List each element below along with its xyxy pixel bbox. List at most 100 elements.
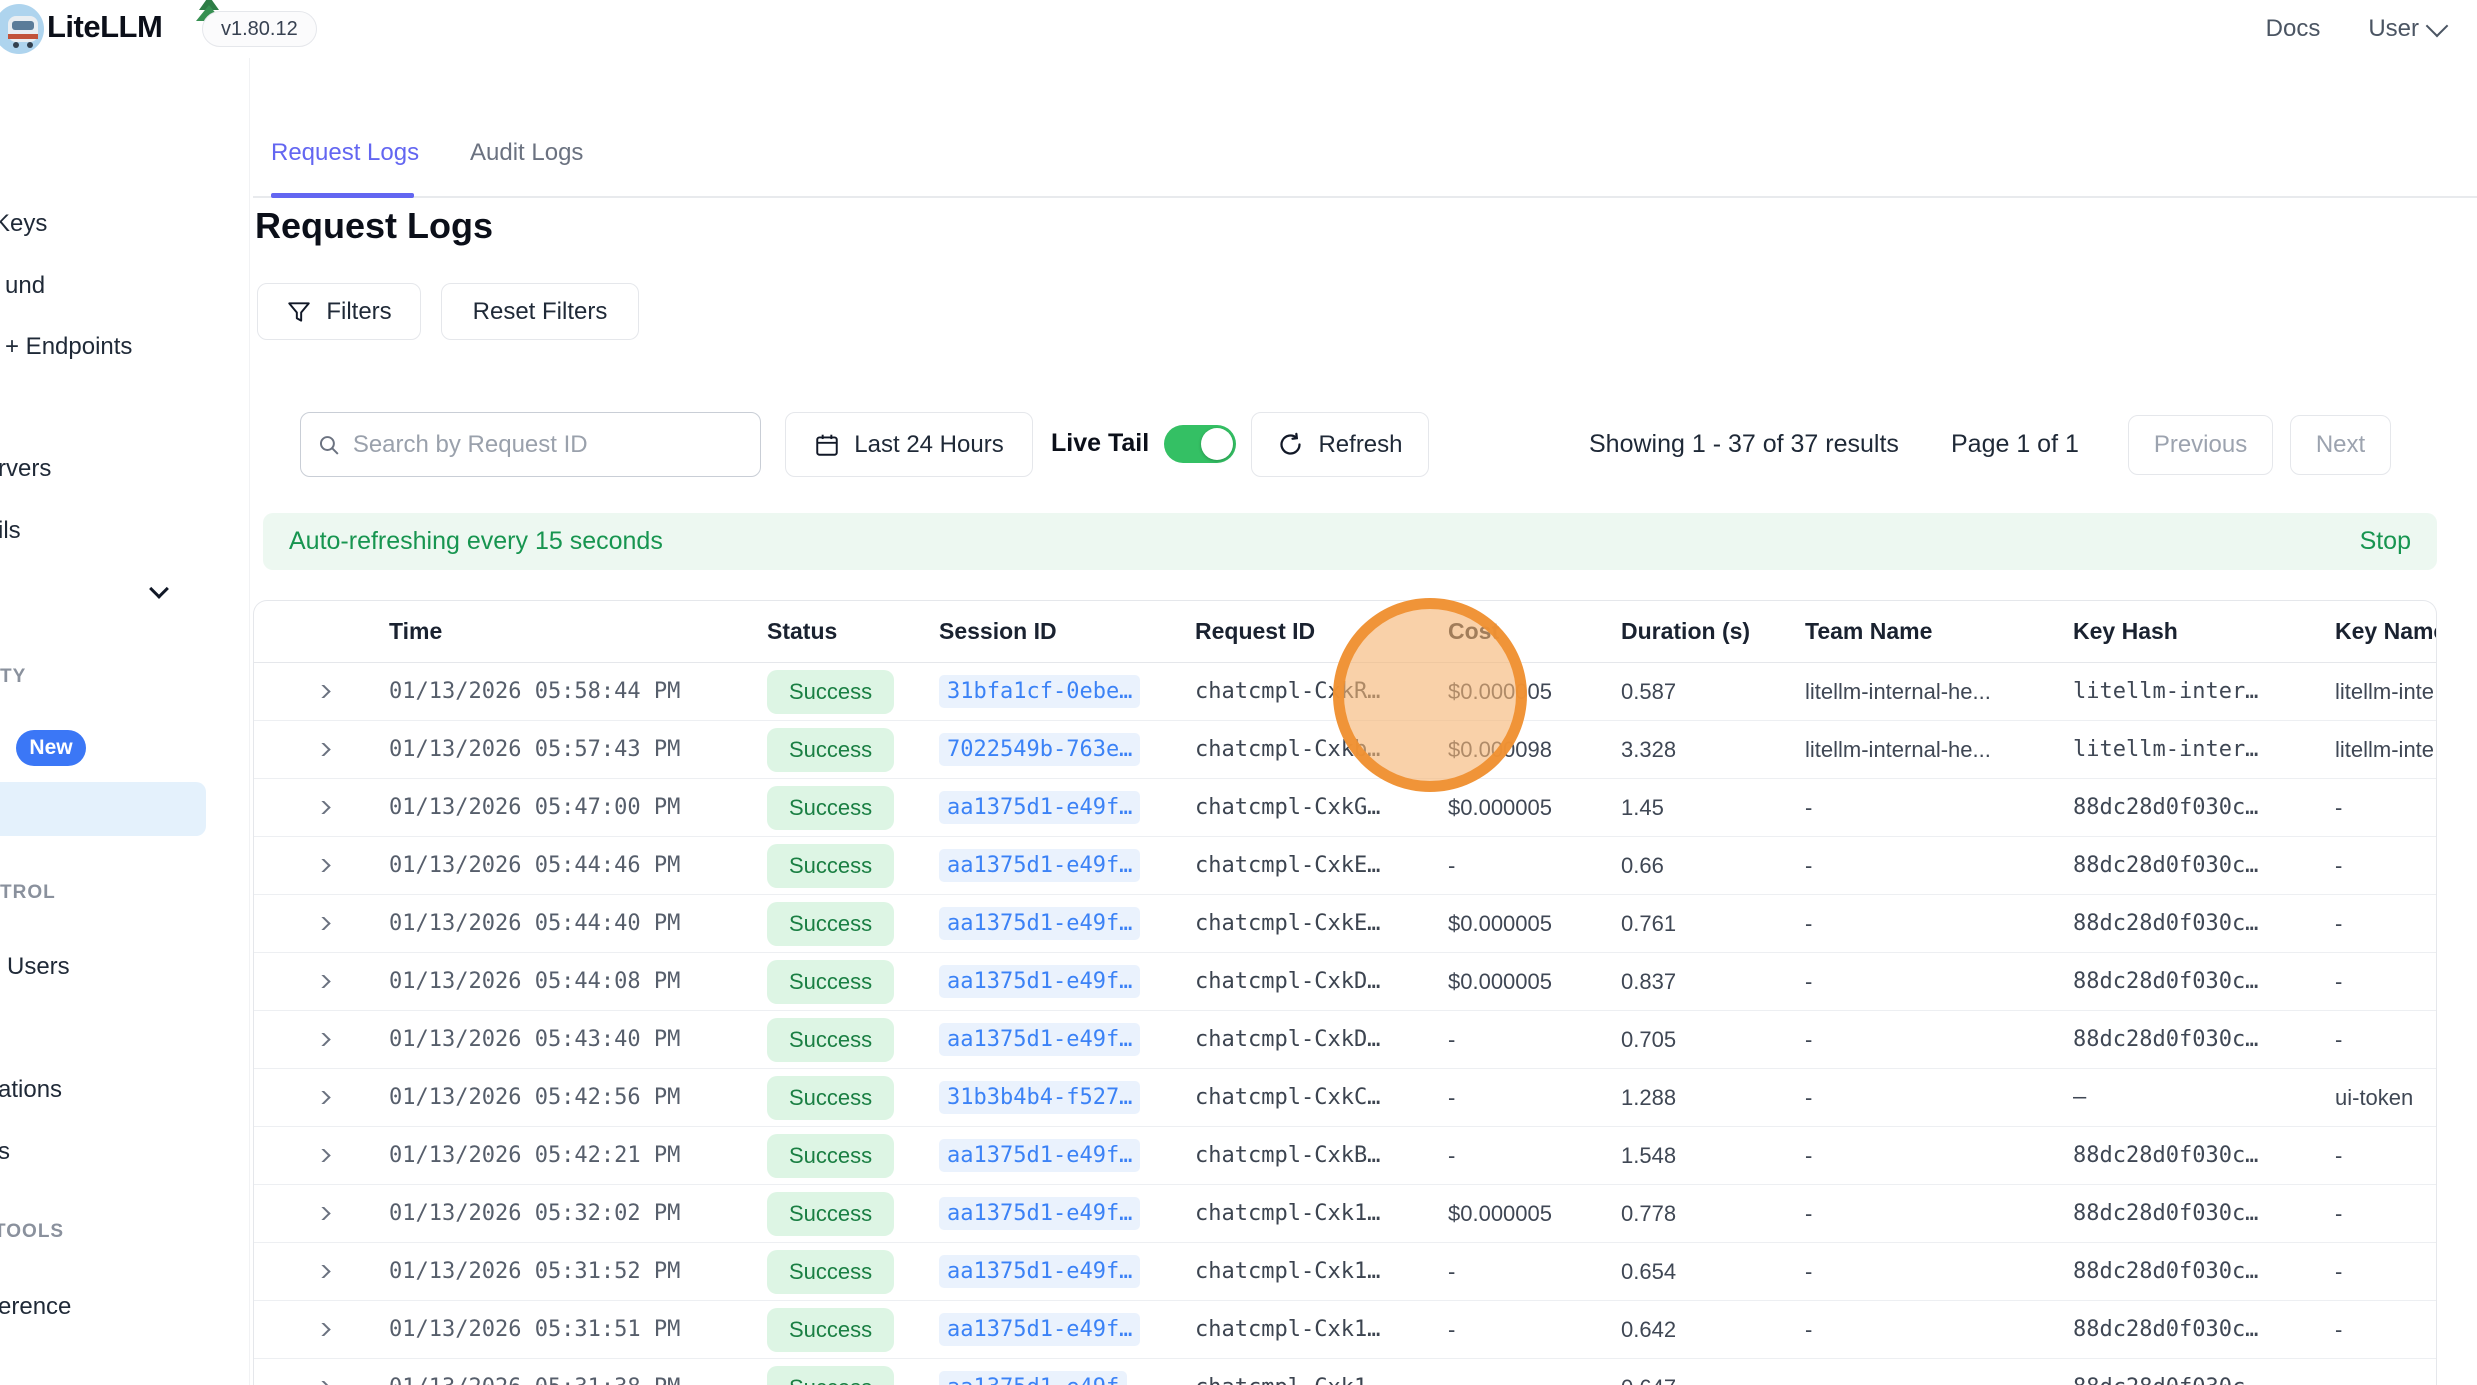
- cell-key-name: -: [2335, 1317, 2436, 1343]
- cell-time: 01/13/2026 05:42:56 PM: [389, 1085, 767, 1110]
- table-row[interactable]: 01/13/2026 05:44:46 PM Success aa1375d1-…: [254, 837, 2436, 895]
- cell-key-hash: 88dc28d0f030c…: [2073, 1143, 2335, 1168]
- expand-row-chevron-icon[interactable]: [254, 801, 389, 814]
- cell-duration: 0.66: [1621, 853, 1805, 879]
- cell-key-hash: 88dc28d0f030c…: [2073, 1027, 2335, 1052]
- filters-button[interactable]: Filters: [257, 283, 421, 340]
- table-header-row: Time Status Session ID Request ID Cost D…: [254, 601, 2436, 663]
- header-key-name: Key Name: [2335, 618, 2436, 645]
- session-id-link[interactable]: 31bfa1cf-0ebe…: [939, 675, 1140, 708]
- cell-team-name: -: [1805, 1317, 2073, 1343]
- header-time: Time: [389, 618, 767, 645]
- refresh-label: Refresh: [1318, 431, 1402, 459]
- table-row[interactable]: 01/13/2026 05:31:52 PM Success aa1375d1-…: [254, 1243, 2436, 1301]
- status-badge: Success: [767, 728, 894, 772]
- table-row[interactable]: 01/13/2026 05:44:40 PM Success aa1375d1-…: [254, 895, 2436, 953]
- session-id-link[interactable]: aa1375d1-e49f…: [939, 1197, 1140, 1230]
- cell-request-id: chatcmpl-Cxk1…: [1195, 1317, 1448, 1342]
- table-row[interactable]: 01/13/2026 05:31:38 PM Success aa1375d1-…: [254, 1359, 2436, 1385]
- expand-row-chevron-icon[interactable]: [254, 975, 389, 988]
- cell-request-id: chatcmpl-CxkE…: [1195, 853, 1448, 878]
- sidebar-item-virtual-keys[interactable]: Keys: [0, 210, 47, 238]
- table-row[interactable]: 01/13/2026 05:47:00 PM Success aa1375d1-…: [254, 779, 2436, 837]
- sidebar-item-organizations[interactable]: ations: [0, 1076, 62, 1104]
- tab-audit-logs[interactable]: Audit Logs: [470, 139, 583, 167]
- cell-time: 01/13/2026 05:32:02 PM: [389, 1201, 767, 1226]
- cell-duration: 0.587: [1621, 679, 1805, 705]
- session-id-link[interactable]: aa1375d1-e49f: [939, 1371, 1127, 1385]
- expand-row-chevron-icon[interactable]: [254, 1323, 389, 1336]
- cell-request-id: chatcmpl-Cxk1…: [1195, 1201, 1448, 1226]
- expand-row-chevron-icon[interactable]: [254, 1265, 389, 1278]
- cell-key-hash: –: [2073, 1085, 2335, 1110]
- cell-request-id: chatcmpl-Cxkb…: [1195, 737, 1448, 762]
- cell-key-hash: litellm-inter…: [2073, 679, 2335, 704]
- table-row[interactable]: 01/13/2026 05:32:02 PM Success aa1375d1-…: [254, 1185, 2436, 1243]
- cell-request-id: chatcmpl-CxkC…: [1195, 1085, 1448, 1110]
- cell-duration: 0.705: [1621, 1027, 1805, 1053]
- cell-time: 01/13/2026 05:31:38 PM: [389, 1375, 767, 1385]
- cell-key-name: -: [2335, 1259, 2436, 1285]
- session-id-link[interactable]: aa1375d1-e49f…: [939, 907, 1140, 940]
- stop-auto-refresh-button[interactable]: Stop: [2360, 527, 2411, 556]
- session-id-link[interactable]: aa1375d1-e49f…: [939, 1139, 1140, 1172]
- cell-key-name: -: [2335, 1143, 2436, 1169]
- user-menu[interactable]: User: [2368, 15, 2445, 43]
- table-row[interactable]: 01/13/2026 05:42:56 PM Success 31b3b4b4-…: [254, 1069, 2436, 1127]
- docs-link[interactable]: Docs: [2266, 15, 2321, 43]
- status-badge: Success: [767, 1018, 894, 1062]
- table-row[interactable]: 01/13/2026 05:43:40 PM Success aa1375d1-…: [254, 1011, 2436, 1069]
- expand-row-chevron-icon[interactable]: [254, 1381, 389, 1385]
- status-badge: Success: [767, 1134, 894, 1178]
- expand-row-chevron-icon[interactable]: [254, 859, 389, 872]
- expand-row-chevron-icon[interactable]: [254, 917, 389, 930]
- cell-cost: -: [1448, 1317, 1621, 1343]
- cell-request-id: chatcmpl-Cxk1…: [1195, 1259, 1448, 1284]
- sidebar-item-teams[interactable]: s: [0, 1138, 10, 1166]
- expand-row-chevron-icon[interactable]: [254, 1091, 389, 1104]
- cell-duration: 3.328: [1621, 737, 1805, 763]
- next-page-button[interactable]: Next: [2290, 415, 2391, 475]
- previous-page-button[interactable]: Previous: [2128, 415, 2273, 475]
- expand-row-chevron-icon[interactable]: [254, 1149, 389, 1162]
- sidebar-item-guardrails[interactable]: ils: [0, 517, 21, 545]
- cell-key-name: -: [2335, 795, 2436, 821]
- table-row[interactable]: 01/13/2026 05:31:51 PM Success aa1375d1-…: [254, 1301, 2436, 1359]
- search-input[interactable]: [353, 431, 744, 459]
- sidebar-item-playground[interactable]: und: [5, 272, 45, 300]
- cell-status: Success: [767, 1018, 939, 1062]
- sidebar-item-logs-selected[interactable]: [0, 782, 206, 836]
- header-duration: Duration (s): [1621, 618, 1805, 645]
- filters-button-label: Filters: [326, 298, 391, 326]
- sidebar-collapse-chevron-icon[interactable]: [152, 582, 172, 602]
- live-tail-toggle[interactable]: [1164, 425, 1236, 463]
- table-row[interactable]: 01/13/2026 05:57:43 PM Success 7022549b-…: [254, 721, 2436, 779]
- session-id-link[interactable]: aa1375d1-e49f…: [939, 1313, 1140, 1346]
- table-row[interactable]: 01/13/2026 05:58:44 PM Success 31bfa1cf-…: [254, 663, 2436, 721]
- cell-key-hash: 88dc28d0f030c: [2073, 1375, 2335, 1385]
- session-id-link[interactable]: aa1375d1-e49f…: [939, 1023, 1140, 1056]
- expand-row-chevron-icon[interactable]: [254, 1207, 389, 1220]
- expand-row-chevron-icon[interactable]: [254, 685, 389, 698]
- time-range-button[interactable]: Last 24 Hours: [785, 412, 1033, 477]
- session-id-link[interactable]: aa1375d1-e49f…: [939, 791, 1140, 824]
- session-id-link[interactable]: aa1375d1-e49f…: [939, 1255, 1140, 1288]
- sidebar-item-models-endpoints[interactable]: + Endpoints: [5, 333, 132, 361]
- sidebar-item-api-reference[interactable]: erence: [0, 1293, 71, 1321]
- refresh-button[interactable]: Refresh: [1251, 412, 1429, 477]
- table-row[interactable]: 01/13/2026 05:44:08 PM Success aa1375d1-…: [254, 953, 2436, 1011]
- cell-team-name: -: [1805, 1085, 2073, 1111]
- cell-session-id: aa1375d1-e49f…: [939, 1255, 1195, 1288]
- session-id-link[interactable]: aa1375d1-e49f…: [939, 965, 1140, 998]
- reset-filters-button[interactable]: Reset Filters: [441, 283, 639, 340]
- litellm-logo-icon: [0, 4, 44, 54]
- table-row[interactable]: 01/13/2026 05:42:21 PM Success aa1375d1-…: [254, 1127, 2436, 1185]
- expand-row-chevron-icon[interactable]: [254, 743, 389, 756]
- session-id-link[interactable]: aa1375d1-e49f…: [939, 849, 1140, 882]
- sidebar-item-servers[interactable]: rvers: [0, 455, 51, 483]
- session-id-link[interactable]: 7022549b-763e…: [939, 733, 1140, 766]
- expand-row-chevron-icon[interactable]: [254, 1033, 389, 1046]
- sidebar-item-internal-users[interactable]: Users: [7, 953, 70, 981]
- session-id-link[interactable]: 31b3b4b4-f527…: [939, 1081, 1140, 1114]
- tab-request-logs[interactable]: Request Logs: [271, 139, 419, 167]
